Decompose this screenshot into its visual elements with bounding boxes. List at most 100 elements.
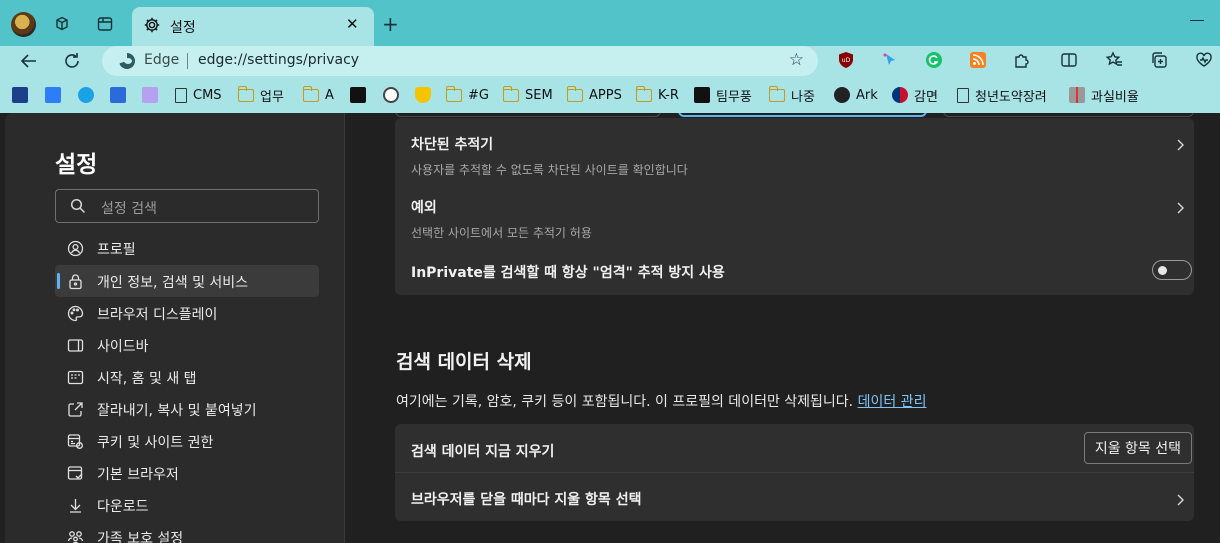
refresh-icon[interactable] — [61, 50, 83, 72]
github-icon — [834, 87, 850, 103]
tracking-option-basic[interactable] — [395, 113, 661, 117]
bookmark-label: 청년도약장려 — [975, 89, 1047, 105]
sidebar-item-label: 기본 브라우저 — [97, 467, 179, 483]
gear-icon — [143, 16, 161, 38]
sidebar-item-profiles[interactable]: 프로필 — [55, 232, 319, 264]
settings-search-input[interactable]: 설정 검색 — [55, 189, 319, 223]
sidebar-item-label: 다운로드 — [97, 499, 149, 515]
tab-actions-icon[interactable] — [95, 14, 115, 34]
bookmark-shield[interactable] — [415, 86, 437, 104]
bookmark-ark[interactable]: Ark — [834, 86, 878, 104]
split-screen-icon[interactable] — [1060, 51, 1078, 69]
bookmark-label: 팀무풍 — [716, 89, 752, 105]
q-site-icon — [383, 87, 399, 103]
workspaces-icon[interactable] — [52, 14, 72, 34]
sidebar-item-default-browser[interactable]: 기본 브라우저 — [55, 457, 319, 489]
bookmark-app[interactable] — [110, 86, 132, 104]
cursor-extension-icon[interactable] — [881, 51, 899, 69]
clear-data-card: 검색 데이터 지금 지우기 지울 항목 선택 브라우저를 닫을 때마다 지울 항… — [395, 424, 1194, 521]
sidebar-item-share-copy-paste[interactable]: 잘라내기, 복사 및 붙여넣기 — [55, 393, 319, 425]
share-icon — [67, 401, 84, 418]
inprivate-strict-toggle[interactable] — [1152, 260, 1192, 280]
bookmark-home[interactable] — [12, 86, 34, 104]
bookmark-folder-g[interactable]: #G — [445, 85, 489, 104]
bookmark-label: 감면 — [914, 89, 938, 105]
folder-icon — [445, 85, 462, 102]
blocked-trackers-row[interactable]: 차단된 추적기 사용자를 추적할 수 없도록 차단된 사이트를 확인합니다 — [395, 118, 1194, 181]
bookmark-q[interactable] — [383, 86, 405, 104]
tab-title: 설정 — [170, 20, 196, 36]
url-text[interactable]: edge://settings/privacy — [198, 52, 359, 68]
sidebar-item-appearance[interactable]: 브라우저 디스플레이 — [55, 297, 319, 329]
clear-data-description: 여기에는 기록, 암호, 쿠키 등이 포함됩니다. 이 프로필의 데이터만 삭제… — [396, 391, 926, 411]
bookmark-fault[interactable]: 과실비율 — [1069, 86, 1139, 105]
close-tab-icon[interactable]: ✕ — [346, 15, 359, 33]
bookmark-folder-a[interactable]: A — [302, 85, 334, 104]
folder-icon — [302, 85, 319, 102]
tv-site-icon — [350, 87, 366, 103]
tracking-card: 차단된 추적기 사용자를 추적할 수 없도록 차단된 사이트를 확인합니다 예외… — [395, 118, 1194, 295]
clear-on-close-row[interactable]: 브라우저를 닫을 때마다 지울 항목 선택 — [395, 473, 1194, 521]
tab-settings[interactable]: 설정 ✕ — [132, 7, 374, 46]
sidebar-item-sidebar[interactable]: 사이드바 — [55, 329, 319, 361]
bookmark-w[interactable] — [45, 86, 67, 104]
collections-icon[interactable] — [1150, 51, 1168, 69]
favorite-star-icon[interactable]: ☆ — [789, 50, 804, 70]
sidebar-item-family[interactable]: 가족 보호 설정 — [55, 521, 319, 543]
sidebar-item-downloads[interactable]: 다운로드 — [55, 489, 319, 521]
bookmark-folder-work[interactable]: 업무 — [237, 85, 284, 105]
sidebar-item-label: 쿠키 및 사이트 권한 — [97, 435, 214, 451]
download-icon — [67, 497, 84, 514]
bookmark-label: CMS — [193, 87, 222, 103]
bookmark-photos[interactable] — [142, 86, 164, 104]
tab-strip: 설정 ✕ + — [0, 0, 1220, 46]
bookmark-youth[interactable]: 청년도약장려 — [957, 86, 1047, 105]
extensions-icon[interactable] — [1013, 51, 1031, 69]
bookmark-label: 과실비율 — [1091, 89, 1139, 105]
grammar-extension-icon[interactable] — [925, 51, 943, 69]
shield-site-icon — [415, 87, 431, 103]
sidebar-item-label: 사이드바 — [97, 339, 149, 355]
bookmark-folder-later[interactable]: 나중 — [768, 85, 815, 105]
address-bar[interactable]: Edge edge://settings/privacy ☆ — [102, 46, 818, 76]
folder-icon — [237, 85, 254, 102]
palette-icon — [67, 305, 84, 322]
clear-now-title: 검색 데이터 지금 지우기 — [411, 444, 555, 460]
favorites-icon[interactable] — [1105, 51, 1123, 69]
bookmark-tv[interactable] — [350, 86, 372, 104]
site-label: Edge — [144, 52, 180, 68]
chevron-right-icon — [1174, 491, 1186, 506]
bookmark-folder-sem[interactable]: SEM — [502, 85, 553, 104]
sidebar-item-cookies[interactable]: 쿠키 및 사이트 권한 — [55, 425, 319, 457]
page-icon — [175, 87, 187, 103]
browser-essentials-icon[interactable] — [1195, 51, 1213, 69]
folder-icon — [502, 85, 519, 102]
bookmark-tax[interactable]: 감면 — [892, 86, 938, 105]
ublock-icon[interactable]: uD — [837, 51, 855, 69]
profile-avatar[interactable] — [11, 12, 36, 37]
profile-icon — [67, 240, 84, 257]
chevron-right-icon — [1174, 199, 1186, 214]
tracking-option-balanced[interactable] — [678, 113, 927, 117]
bookmark-folder-kr[interactable]: K-R — [635, 85, 679, 104]
bookmark-t[interactable] — [78, 86, 100, 104]
manage-data-link[interactable]: 데이터 관리 — [858, 394, 927, 410]
choose-what-to-clear-button[interactable]: 지울 항목 선택 — [1083, 432, 1192, 464]
bookmark-team[interactable]: 팀무풍 — [694, 86, 752, 105]
settings-content: 차단된 추적기 사용자를 추적할 수 없도록 차단된 사이트를 확인합니다 예외… — [345, 113, 1220, 543]
new-tab-button[interactable]: + — [382, 12, 399, 36]
sidebar-item-privacy[interactable]: 개인 정보, 검색 및 서비스 — [55, 265, 319, 297]
exceptions-row[interactable]: 예외 선택한 사이트에서 모든 추적기 허용 — [395, 181, 1194, 244]
rss-icon[interactable] — [969, 51, 987, 69]
minimize-icon[interactable] — [1190, 20, 1204, 21]
address-separator — [187, 53, 188, 69]
bookmark-cms[interactable]: CMS — [175, 86, 222, 104]
tracking-option-strict[interactable] — [943, 113, 1194, 117]
w-site-icon — [45, 87, 61, 103]
korea-gov-icon — [892, 87, 908, 103]
bookmark-folder-apps[interactable]: APPS — [566, 85, 622, 104]
settings-title: 설정 — [55, 152, 98, 178]
back-icon[interactable] — [18, 50, 40, 72]
app-site-icon — [110, 87, 126, 103]
sidebar-item-start-home[interactable]: 시작, 홈 및 새 탭 — [55, 361, 319, 393]
